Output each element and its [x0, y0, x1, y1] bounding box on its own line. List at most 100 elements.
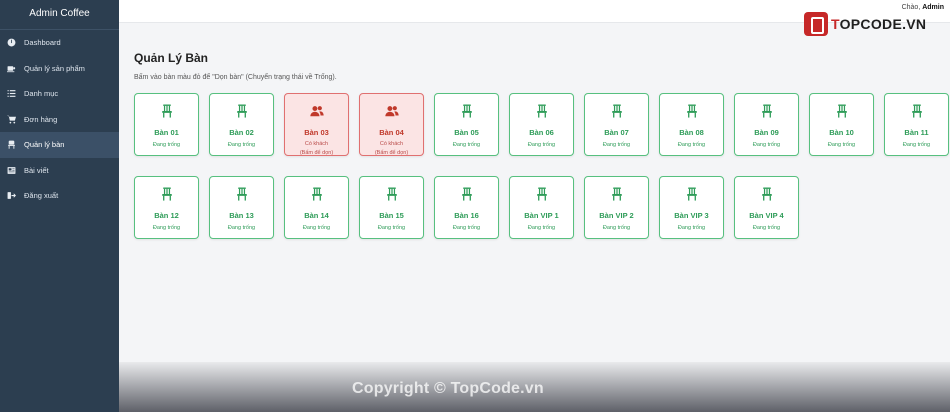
table-name: Bàn VIP 4 — [749, 211, 784, 220]
chair-icon — [685, 104, 699, 123]
chair-icon — [460, 104, 474, 123]
chair-icon — [235, 187, 249, 206]
table-name: Bàn 03 — [304, 128, 329, 137]
list-icon — [6, 89, 16, 99]
chair-icon — [685, 187, 699, 206]
sidebar-nav: Dashboard Quản lý sản phẩm Danh mục Đơn hàn… — [0, 30, 119, 209]
chair-icon — [235, 104, 249, 123]
user-name[interactable]: Admin — [922, 4, 944, 11]
table-card[interactable]: Bàn 02 Đang trống — [209, 93, 274, 156]
table-status: Đang trống — [377, 225, 406, 231]
sidebar-item-label: Bài viết — [24, 165, 49, 175]
table-name: Bàn 15 — [379, 211, 404, 220]
app-title: Admin Coffee — [0, 0, 119, 30]
watermark: Copyright © TopCode.vn — [352, 380, 544, 397]
sidebar-item-1[interactable]: Dashboard — [0, 30, 119, 56]
table-name: Bàn 01 — [154, 128, 179, 137]
chair-icon — [610, 104, 624, 123]
table-name: Bàn 04 — [379, 128, 404, 137]
greeting-prefix: Chào, — [901, 4, 921, 11]
table-card[interactable]: Bàn 03 Có khách (Bấm để dọn) — [284, 93, 349, 156]
table-card[interactable]: Bàn VIP 2 Đang trống — [584, 176, 649, 239]
chair-icon — [535, 104, 549, 123]
table-status: Đang trống — [677, 225, 706, 231]
chair-icon — [760, 104, 774, 123]
table-name: Bàn 06 — [529, 128, 554, 137]
table-card[interactable]: Bàn 15 Đang trống — [359, 176, 424, 239]
chair-icon — [160, 104, 174, 123]
table-name: Bàn 14 — [304, 211, 329, 220]
sidebar-item-3[interactable]: Danh mục — [0, 81, 119, 107]
sidebar: Admin Coffee Dashboard Quản lý sản phẩm Da… — [0, 0, 119, 412]
table-card[interactable]: Bàn VIP 4 Đang trống — [734, 176, 799, 239]
table-status: Đang trống — [527, 225, 556, 231]
table-name: Bàn VIP 2 — [599, 211, 634, 220]
table-card[interactable]: Bàn 01 Đang trống — [134, 93, 199, 156]
table-status: Đang trống — [602, 142, 631, 148]
table-card[interactable]: Bàn 14 Đang trống — [284, 176, 349, 239]
table-name: Bàn 07 — [604, 128, 629, 137]
logout-icon — [6, 191, 16, 201]
table-status: Đang trống — [452, 142, 481, 148]
table-name: Bàn 11 — [904, 128, 929, 137]
table-status: Đang trống — [677, 142, 706, 148]
gauge-icon — [6, 38, 16, 48]
table-name: Bàn 02 — [229, 128, 254, 137]
sidebar-item-4[interactable]: Đơn hàng — [0, 107, 119, 133]
chair-icon — [310, 187, 324, 206]
table-name: Bàn 08 — [679, 128, 704, 137]
chair-icon — [910, 104, 924, 123]
table-status: Đang trống — [227, 225, 256, 231]
table-name: Bàn 10 — [829, 128, 854, 137]
table-card[interactable]: Bàn 09 Đang trống — [734, 93, 799, 156]
table-card[interactable]: Bàn VIP 1 Đang trống — [509, 176, 574, 239]
newspaper-icon — [6, 165, 16, 175]
coffee-cup-icon — [6, 63, 16, 73]
table-card[interactable]: Bàn 08 Đang trống — [659, 93, 724, 156]
table-name: Bàn 09 — [754, 128, 779, 137]
table-status: Đang trống — [752, 225, 781, 231]
sidebar-item-6[interactable]: Bài viết — [0, 158, 119, 184]
table-card[interactable]: Bàn 13 Đang trống — [209, 176, 274, 239]
table-status: Đang trống — [227, 142, 256, 148]
table-card[interactable]: Bàn 05 Đang trống — [434, 93, 499, 156]
table-card[interactable]: Bàn 07 Đang trống — [584, 93, 649, 156]
table-hint: (Bấm để dọn) — [299, 150, 334, 156]
sidebar-item-7[interactable]: Đăng xuất — [0, 183, 119, 209]
table-card[interactable]: Bàn 06 Đang trống — [509, 93, 574, 156]
table-name: Bàn 13 — [229, 211, 254, 220]
sidebar-item-label: Dashboard — [24, 38, 61, 48]
table-status: Đang trống — [452, 225, 481, 231]
table-card[interactable]: Bàn VIP 3 Đang trống — [659, 176, 724, 239]
sidebar-item-5[interactable]: Quản lý bàn — [0, 132, 119, 158]
table-status: Có khách — [304, 141, 329, 147]
table-card[interactable]: Bàn 11 Đang trống — [884, 93, 949, 156]
chair-icon — [460, 187, 474, 206]
table-card[interactable]: Bàn 04 Có khách (Bấm để dọn) — [359, 93, 424, 156]
table-status: Đang trống — [602, 225, 631, 231]
table-status: Đang trống — [152, 225, 181, 231]
main-content: Quản Lý Bàn Bấm vào bàn màu đỏ để "Dọn b… — [119, 23, 950, 412]
sidebar-item-label: Đăng xuất — [24, 191, 59, 201]
chair-icon — [160, 187, 174, 206]
user-greeting: Chào, Admin — [902, 4, 944, 11]
sidebar-item-2[interactable]: Quản lý sản phẩm — [0, 56, 119, 82]
table-name: Bàn VIP 3 — [674, 211, 709, 220]
cart-icon — [6, 114, 16, 124]
table-status: Đang trống — [152, 142, 181, 148]
page-title: Quản Lý Bàn — [134, 51, 209, 65]
table-status: Đang trống — [302, 225, 331, 231]
chair-icon — [6, 140, 16, 150]
table-card[interactable]: Bàn 16 Đang trống — [434, 176, 499, 239]
users-icon — [384, 104, 399, 123]
table-status: Đang trống — [752, 142, 781, 148]
table-name: Bàn 16 — [454, 211, 479, 220]
table-card[interactable]: Bàn 12 Đang trống — [134, 176, 199, 239]
table-status: Đang trống — [902, 142, 931, 148]
table-status: Có khách — [379, 141, 404, 147]
sidebar-item-label: Quản lý bàn — [24, 140, 65, 150]
table-card[interactable]: Bàn 10 Đang trống — [809, 93, 874, 156]
table-grid: Bàn 01 Đang trống Bàn 02 Đang trống Bàn 03 Có… — [134, 93, 949, 239]
users-icon — [309, 104, 324, 123]
table-name: Bàn VIP 1 — [524, 211, 559, 220]
